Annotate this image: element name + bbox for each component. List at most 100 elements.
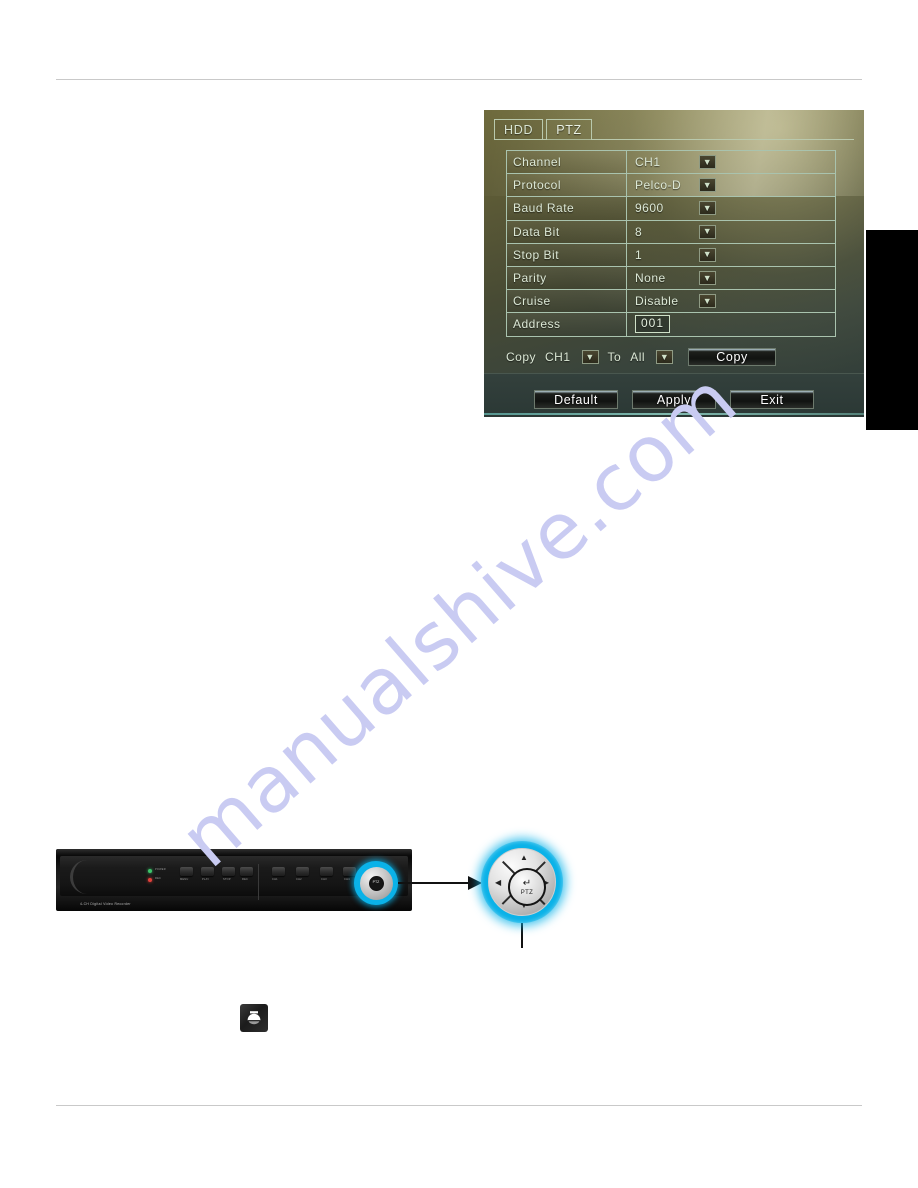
ptz-settings-dialog: HDD PTZ Channel CH1 ▼ Protocol Pelco-D ▼… xyxy=(484,110,864,417)
apply-button[interactable]: Apply xyxy=(632,390,716,409)
setting-value-address: 001 xyxy=(627,313,835,335)
dialog-tabbar: HDD PTZ xyxy=(494,118,592,140)
setting-label-baud-rate: Baud Rate xyxy=(507,197,627,220)
dialog-footer-buttons: Default Apply Exit xyxy=(484,390,864,409)
table-row: Address 001 xyxy=(507,313,835,337)
chevron-down-icon[interactable]: ▼ xyxy=(656,350,674,364)
setting-value-baud-rate: 9600 ▼ xyxy=(627,197,835,219)
dvr-brand-label: 4-CH Digital Video Recorder xyxy=(80,902,131,906)
table-row: Parity None ▼ xyxy=(507,266,835,291)
table-row: Cruise Disable ▼ xyxy=(507,290,835,314)
panel-button-ch4[interactable] xyxy=(343,867,356,876)
setting-label-parity: Parity xyxy=(507,266,627,290)
navigation-disc: ▲ ▼ ◀ ▶ ↵ PTZ xyxy=(488,848,556,916)
panel-button-ch4-label: CH4 xyxy=(344,878,350,881)
record-led-label: REC xyxy=(155,877,162,880)
copy-to-label: To xyxy=(607,350,622,364)
setting-value-protocol: Pelco-D ▼ xyxy=(627,174,835,196)
page-rule-top xyxy=(56,79,862,80)
table-row: Protocol Pelco-D ▼ xyxy=(507,174,835,198)
default-button[interactable]: Default xyxy=(534,390,618,409)
callout-arrow-head xyxy=(468,876,482,890)
address-input[interactable]: 001 xyxy=(635,315,671,334)
setting-label-protocol: Protocol xyxy=(507,174,627,197)
table-row: Baud Rate 9600 ▼ xyxy=(507,197,835,221)
dvr-front-panel-figure: POWER REC MENU PLAY STOP REC CH1 CH2 CH3… xyxy=(56,849,412,911)
panel-button-stop-label: STOP xyxy=(223,878,231,881)
setting-label-address: Address xyxy=(507,313,627,336)
ptz-enter-button[interactable]: ↵ PTZ xyxy=(508,868,546,906)
copy-row-label: Copy xyxy=(506,350,537,364)
panel-button-ch1-label: CH1 xyxy=(272,878,278,881)
setting-value-parity: None ▼ xyxy=(627,267,835,289)
ptz-button-label: PTZ xyxy=(520,889,534,896)
setting-label-stop-bit: Stop Bit xyxy=(507,243,627,266)
setting-value-data-bit: 8 ▼ xyxy=(627,221,835,243)
enter-icon: ↵ xyxy=(522,877,532,889)
panel-button-rec-label: REC xyxy=(242,878,249,881)
page-watermark: manualshive.com xyxy=(163,354,755,886)
chevron-down-icon[interactable]: ▼ xyxy=(699,178,716,193)
setting-value-channel: CH1 ▼ xyxy=(627,151,835,173)
panel-button-ch1[interactable] xyxy=(272,867,285,876)
stop-bit-value-text: 1 xyxy=(635,247,643,262)
panel-button-menu[interactable] xyxy=(180,867,193,876)
copy-source-value: CH1 xyxy=(545,350,571,364)
arrow-up-icon[interactable]: ▲ xyxy=(520,854,528,862)
panel-button-ch3[interactable] xyxy=(320,867,333,876)
panel-ptz-enter-button[interactable]: PTZ xyxy=(368,875,384,891)
dvr-swoosh-accent xyxy=(70,860,104,894)
panel-button-play-label: PLAY xyxy=(202,878,210,881)
channel-value-text: CH1 xyxy=(635,155,661,170)
data-bit-value-text: 8 xyxy=(635,224,643,239)
setting-label-data-bit: Data Bit xyxy=(507,220,627,243)
enlarged-navigation-ring[interactable]: ▲ ▼ ◀ ▶ ↵ PTZ xyxy=(481,841,563,923)
panel-button-rec[interactable] xyxy=(240,867,253,876)
panel-button-ch3-label: CH3 xyxy=(321,878,327,881)
ptz-settings-table: Channel CH1 ▼ Protocol Pelco-D ▼ Baud Ra… xyxy=(506,150,836,337)
panel-button-ch2-label: CH2 xyxy=(296,878,302,881)
cruise-value-text: Disable xyxy=(635,294,679,309)
copy-button[interactable]: Copy xyxy=(688,348,777,366)
exit-button[interactable]: Exit xyxy=(730,390,814,409)
ptz-dome-camera-icon xyxy=(240,1004,268,1032)
power-led-label: POWER xyxy=(155,868,166,871)
tab-hdd[interactable]: HDD xyxy=(494,119,544,140)
table-row: Channel CH1 ▼ xyxy=(507,151,835,175)
parity-value-text: None xyxy=(635,271,666,286)
chevron-down-icon[interactable]: ▼ xyxy=(699,294,716,309)
chevron-down-icon[interactable]: ▼ xyxy=(699,247,716,262)
baud-rate-value-text: 9600 xyxy=(635,201,664,216)
table-row: Data Bit 8 ▼ xyxy=(507,220,835,244)
chevron-down-icon[interactable]: ▼ xyxy=(699,201,716,216)
chevron-down-icon[interactable]: ▼ xyxy=(699,155,716,170)
chevron-down-icon[interactable]: ▼ xyxy=(699,224,716,239)
panel-button-stop[interactable] xyxy=(222,867,235,876)
setting-value-stop-bit: 1 ▼ xyxy=(627,244,835,266)
panel-divider xyxy=(258,864,259,900)
panel-button-ch2[interactable] xyxy=(296,867,309,876)
panel-navigation-disc: PTZ xyxy=(359,866,393,900)
copy-settings-row: Copy CH1 ▼ To All ▼ Copy xyxy=(506,348,846,366)
page-rule-bottom xyxy=(56,1105,862,1106)
panel-navigation-ring[interactable]: PTZ xyxy=(354,861,398,905)
tab-ptz-label: PTZ xyxy=(556,123,582,137)
setting-label-channel: Channel xyxy=(507,151,627,174)
tab-ptz[interactable]: PTZ xyxy=(546,119,592,140)
setting-value-cruise: Disable ▼ xyxy=(627,290,835,312)
callout-arrow-line xyxy=(398,882,474,884)
panel-button-play[interactable] xyxy=(201,867,214,876)
record-led-indicator xyxy=(148,878,152,882)
power-led-indicator xyxy=(148,869,152,873)
arrow-left-icon[interactable]: ◀ xyxy=(495,879,501,887)
table-row: Stop Bit 1 ▼ xyxy=(507,243,835,267)
section-tab-marker xyxy=(866,230,918,430)
tab-hdd-label: HDD xyxy=(504,123,534,137)
panel-button-menu-label: MENU xyxy=(180,878,189,881)
setting-label-cruise: Cruise xyxy=(507,290,627,313)
dialog-accent-underline xyxy=(484,413,864,415)
chevron-down-icon[interactable]: ▼ xyxy=(699,271,716,286)
chevron-down-icon[interactable]: ▼ xyxy=(581,350,599,364)
dvr-faceplate: POWER REC MENU PLAY STOP REC CH1 CH2 CH3… xyxy=(60,856,408,905)
copy-target-value: All xyxy=(630,350,646,364)
